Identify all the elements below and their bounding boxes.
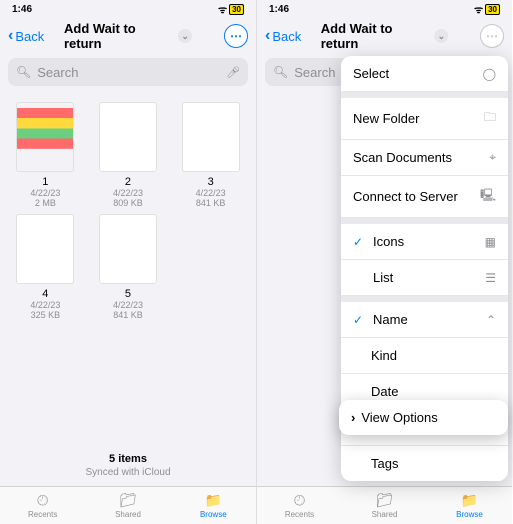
wifi-icon: ᯤ xyxy=(474,2,483,16)
file-name: 2 xyxy=(89,176,168,188)
more-button[interactable]: ⋯ xyxy=(480,24,504,48)
file-size: 325 KB xyxy=(6,310,85,320)
nav-title[interactable]: Add Wait to return ⌄ xyxy=(321,21,449,51)
status-right: ᯤ 30 xyxy=(218,2,244,16)
tab-bar: 🕘︎ Recents 📁︎ Shared 📁 Browse xyxy=(0,486,256,524)
menu-scan-documents[interactable]: Scan Documents ⌖ xyxy=(341,140,508,176)
chevron-left-icon: ‹ xyxy=(8,27,13,45)
file-thumbnail xyxy=(16,214,74,284)
scan-icon: ⌖ xyxy=(489,150,496,165)
right-screenshot: 1:46 ᯤ 30 ‹ Back Add Wait to return ⌄ ⋯ … xyxy=(256,0,512,524)
ellipsis-icon: ⋯ xyxy=(486,29,498,43)
folder-plus-icon: 🗀 xyxy=(484,108,496,129)
file-size: 809 KB xyxy=(89,198,168,208)
wifi-icon: ᯤ xyxy=(218,2,227,16)
tab-shared[interactable]: 📁︎ Shared xyxy=(85,487,170,524)
search-icon: 🔍︎ xyxy=(16,65,31,79)
file-item[interactable]: 54/22/23841 KB xyxy=(89,214,168,320)
search-field[interactable]: 🔍︎ Search 🎤︎ xyxy=(8,58,248,86)
file-item[interactable]: 34/22/23841 KB xyxy=(171,102,250,208)
menu-sort-kind[interactable]: Kind xyxy=(341,338,508,374)
nav-title[interactable]: Add Wait to return ⌄ xyxy=(64,21,192,51)
tab-browse[interactable]: 📁 Browse xyxy=(171,487,256,524)
file-item[interactable]: 24/22/23809 KB xyxy=(89,102,168,208)
file-date: 4/22/23 xyxy=(6,300,85,310)
tab-recents[interactable]: 🕘︎ Recents xyxy=(0,487,85,524)
tab-shared[interactable]: 📁︎ Shared xyxy=(342,487,427,524)
search-placeholder: Search xyxy=(37,65,220,80)
menu-sort-tags[interactable]: Tags xyxy=(341,446,508,481)
list-icon: ☰ xyxy=(485,271,496,285)
grid-icon: ▦ xyxy=(485,235,496,249)
status-right: ᯤ 30 xyxy=(474,2,500,16)
mic-icon[interactable]: 🎤︎ xyxy=(226,66,240,79)
back-label: Back xyxy=(272,29,301,44)
more-button[interactable]: ⋯ xyxy=(224,24,248,48)
nav-bar: ‹ Back Add Wait to return ⌄ ⋯ xyxy=(257,18,512,54)
file-thumbnail xyxy=(99,214,157,284)
chevron-right-icon: › xyxy=(351,410,355,425)
sync-status: Synced with iCloud xyxy=(0,467,256,478)
back-label: Back xyxy=(15,29,44,44)
back-button[interactable]: ‹ Back xyxy=(8,27,44,45)
menu-sort-name[interactable]: ✓ Name ⌃ xyxy=(341,302,508,338)
clock-icon: 🕘︎ xyxy=(294,492,305,509)
menu-icons[interactable]: ✓ Icons ▦ xyxy=(341,224,508,260)
chevron-up-icon: ⌃ xyxy=(486,313,496,327)
file-name: 3 xyxy=(171,176,250,188)
menu-connect-server[interactable]: Connect to Server 🖳 xyxy=(341,176,508,218)
menu-view-options[interactable]: › View Options xyxy=(339,400,508,435)
status-time: 1:46 xyxy=(12,4,32,15)
folder-shared-icon: 📁︎ xyxy=(376,492,394,509)
file-item[interactable]: 14/22/232 MB xyxy=(6,102,85,208)
folder-icon: 📁 xyxy=(461,492,478,509)
folder-icon: 📁 xyxy=(205,492,222,509)
menu-new-folder[interactable]: New Folder 🗀 xyxy=(341,98,508,140)
nav-bar: ‹ Back Add Wait to return ⌄ ⋯ xyxy=(0,18,256,54)
file-name: 1 xyxy=(6,176,85,188)
file-name: 4 xyxy=(6,288,85,300)
ellipsis-icon: ⋯ xyxy=(230,29,242,43)
folder-shared-icon: 📁︎ xyxy=(119,492,137,509)
tab-bar: 🕘︎ Recents 📁︎ Shared 📁 Browse xyxy=(257,486,512,524)
left-screenshot: 1:46 ᯤ 30 ‹ Back Add Wait to return ⌄ ⋯ … xyxy=(0,0,256,524)
clock-icon: 🕘︎ xyxy=(37,492,48,509)
check-icon: ✓ xyxy=(353,313,367,327)
file-date: 4/22/23 xyxy=(171,188,250,198)
file-size: 2 MB xyxy=(6,198,85,208)
check-icon: ✓ xyxy=(353,235,367,249)
file-size: 841 KB xyxy=(89,310,168,320)
file-name: 5 xyxy=(89,288,168,300)
file-date: 4/22/23 xyxy=(89,300,168,310)
file-size: 841 KB xyxy=(171,198,250,208)
select-icon: ◯ xyxy=(483,67,496,81)
server-icon: 🖳 xyxy=(480,186,496,207)
menu-list[interactable]: List ☰ xyxy=(341,260,508,296)
chevron-down-icon: ⌄ xyxy=(178,29,192,43)
files-grid: 14/22/232 MB24/22/23809 KB34/22/23841 KB… xyxy=(0,94,256,449)
footer-info: 5 items Synced with iCloud xyxy=(0,449,256,486)
battery-indicator: 30 xyxy=(229,4,244,15)
tab-recents[interactable]: 🕘︎ Recents xyxy=(257,487,342,524)
file-thumbnail xyxy=(182,102,240,172)
tab-browse[interactable]: 📁 Browse xyxy=(427,487,512,524)
status-bar: 1:46 ᯤ 30 xyxy=(0,0,256,18)
file-item[interactable]: 44/22/23325 KB xyxy=(6,214,85,320)
battery-indicator: 30 xyxy=(485,4,500,15)
file-date: 4/22/23 xyxy=(89,188,168,198)
status-time: 1:46 xyxy=(269,4,289,15)
status-bar: 1:46 ᯤ 30 xyxy=(257,0,512,18)
item-count: 5 items xyxy=(0,453,256,465)
chevron-down-icon: ⌄ xyxy=(435,29,449,43)
menu-select[interactable]: Select ◯ xyxy=(341,56,508,92)
back-button[interactable]: ‹ Back xyxy=(265,27,301,45)
chevron-left-icon: ‹ xyxy=(265,27,270,45)
search-icon: 🔍︎ xyxy=(273,65,288,79)
file-date: 4/22/23 xyxy=(6,188,85,198)
file-thumbnail xyxy=(99,102,157,172)
file-thumbnail xyxy=(16,102,74,172)
